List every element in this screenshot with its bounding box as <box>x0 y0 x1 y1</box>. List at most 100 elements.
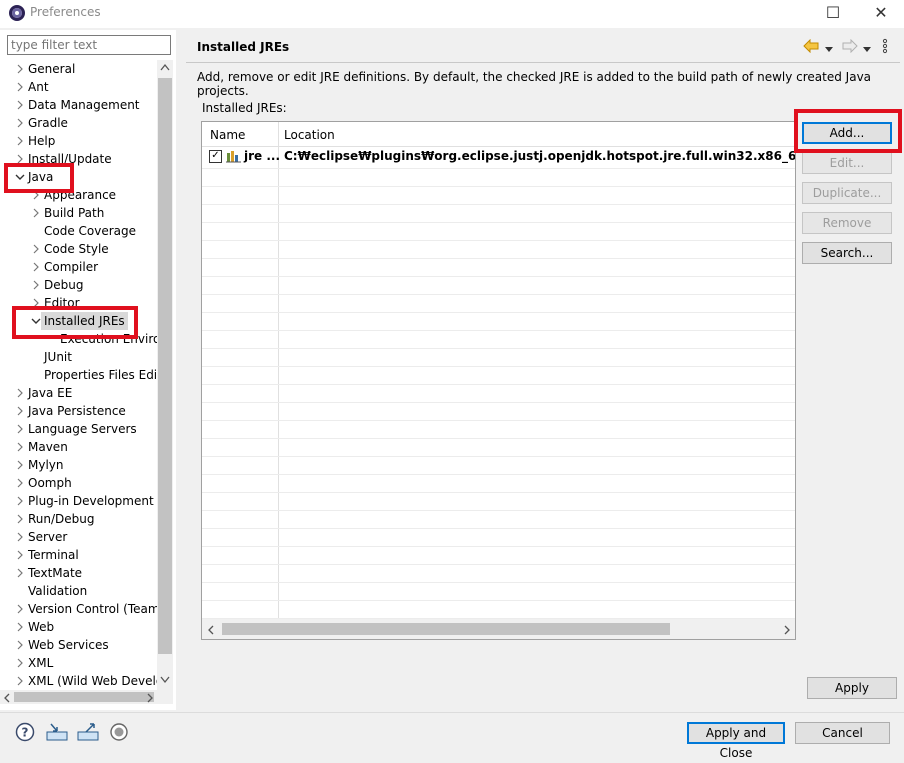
table-grid-line <box>202 276 795 277</box>
chevron-right-icon[interactable] <box>30 258 42 278</box>
tree-item[interactable]: Ant <box>0 78 158 96</box>
tree-item[interactable]: Help <box>0 132 158 150</box>
tree-item[interactable]: Code Style <box>0 240 158 258</box>
tree-item[interactable]: Version Control (Team) <box>0 600 158 618</box>
chevron-right-icon[interactable] <box>14 600 26 620</box>
tree-item-label: Validation <box>28 584 88 598</box>
record-icon[interactable] <box>109 722 129 742</box>
chevron-right-icon[interactable] <box>14 636 26 656</box>
duplicate-button[interactable]: Duplicate... <box>802 182 892 204</box>
chevron-right-icon[interactable] <box>14 420 26 440</box>
forward-arrow-icon[interactable] <box>842 38 858 56</box>
table-grid-line <box>202 240 795 241</box>
tree-item[interactable]: Gradle <box>0 114 158 132</box>
chevron-right-icon[interactable] <box>14 474 26 494</box>
remove-button[interactable]: Remove <box>802 212 892 234</box>
table-scroll-right-icon[interactable] <box>783 624 791 638</box>
forward-menu-chevron-down-icon[interactable] <box>863 42 871 56</box>
scroll-left-icon[interactable] <box>3 692 11 706</box>
cancel-button[interactable]: Cancel <box>795 722 890 744</box>
tree-item-label: Plug-in Development <box>28 494 154 508</box>
back-arrow-icon[interactable] <box>803 38 819 56</box>
column-header-location[interactable]: Location <box>284 128 335 142</box>
table-grid-line <box>202 312 795 313</box>
chevron-right-icon[interactable] <box>14 114 26 134</box>
chevron-right-icon[interactable] <box>14 60 26 80</box>
scroll-right-icon[interactable] <box>146 692 154 706</box>
close-window-button[interactable]: ✕ <box>858 0 904 28</box>
tree-item[interactable]: Maven <box>0 438 158 456</box>
filter-input[interactable] <box>7 35 171 55</box>
tree-item[interactable]: Server <box>0 528 158 546</box>
chevron-right-icon[interactable] <box>14 492 26 512</box>
chevron-right-icon[interactable] <box>14 132 26 152</box>
jre-table[interactable]: Name Location ✓ jre ... C:₩eclipse₩plugi… <box>201 121 796 640</box>
tree-item[interactable]: Code Coverage <box>0 222 158 240</box>
tree-item[interactable]: General <box>0 60 158 78</box>
tree-item[interactable]: XML <box>0 654 158 672</box>
tree-item[interactable]: Compiler <box>0 258 158 276</box>
highlight-add-button <box>794 109 902 153</box>
maximize-button[interactable]: ☐ <box>810 0 856 28</box>
scroll-down-icon[interactable] <box>160 676 170 687</box>
preferences-tree: General Ant Data Management Gradle Help Insta… <box>0 60 158 690</box>
tree-item[interactable]: JUnit <box>0 348 158 366</box>
chevron-right-icon[interactable] <box>14 654 26 674</box>
chevron-right-icon[interactable] <box>14 528 26 548</box>
tree-item-label: Code Style <box>44 242 109 256</box>
tree-item[interactable]: XML (Wild Web Developer) <box>0 672 158 690</box>
back-menu-chevron-down-icon[interactable] <box>825 42 833 56</box>
tree-item[interactable]: Web <box>0 618 158 636</box>
tree-item[interactable]: Run/Debug <box>0 510 158 528</box>
chevron-right-icon[interactable] <box>14 564 26 584</box>
table-grid-line <box>202 384 795 385</box>
tree-item[interactable]: Java Persistence <box>0 402 158 420</box>
chevron-right-icon[interactable] <box>14 384 26 404</box>
tree-item[interactable]: Language Servers <box>0 420 158 438</box>
apply-button[interactable]: Apply <box>807 677 897 699</box>
column-header-name[interactable]: Name <box>210 128 245 142</box>
tree-item[interactable]: Data Management <box>0 96 158 114</box>
view-menu-icon[interactable] <box>882 38 888 57</box>
tree-item[interactable]: Mylyn <box>0 456 158 474</box>
chevron-right-icon[interactable] <box>14 78 26 98</box>
table-hscroll-thumb[interactable] <box>222 623 670 635</box>
tree-item[interactable]: Properties Files Editor <box>0 366 158 384</box>
help-icon[interactable]: ? <box>15 722 35 742</box>
chevron-right-icon[interactable] <box>30 276 42 296</box>
table-scroll-left-icon[interactable] <box>207 624 215 638</box>
chevron-right-icon[interactable] <box>14 96 26 116</box>
tree-item[interactable]: Build Path <box>0 204 158 222</box>
table-grid-line <box>202 456 795 457</box>
chevron-right-icon[interactable] <box>14 438 26 458</box>
apply-and-close-button[interactable]: Apply and Close <box>687 722 785 760</box>
tree-item[interactable]: Validation <box>0 582 158 600</box>
tree-item[interactable]: Java EE <box>0 384 158 402</box>
chevron-right-icon[interactable] <box>14 546 26 566</box>
tree-item[interactable]: Web Services <box>0 636 158 654</box>
edit-button[interactable]: Edit... <box>802 152 892 174</box>
export-icon[interactable] <box>76 722 100 742</box>
scroll-up-icon[interactable] <box>160 63 170 74</box>
tree-hscroll-thumb[interactable] <box>14 692 154 702</box>
tree-item[interactable]: Plug-in Development <box>0 492 158 510</box>
chevron-right-icon[interactable] <box>14 402 26 422</box>
tree-item-label: Data Management <box>28 98 140 112</box>
chevron-right-icon[interactable] <box>14 456 26 476</box>
chevron-right-icon[interactable] <box>30 204 42 224</box>
table-grid-line <box>202 222 795 223</box>
chevron-right-icon[interactable] <box>14 618 26 638</box>
search-button[interactable]: Search... <box>802 242 892 264</box>
tree-item[interactable]: Oomph <box>0 474 158 492</box>
tree-item[interactable]: Debug <box>0 276 158 294</box>
tree-item[interactable]: TextMate <box>0 564 158 582</box>
tree-item[interactable]: Terminal <box>0 546 158 564</box>
chevron-right-icon[interactable] <box>14 510 26 530</box>
jre-checkbox[interactable]: ✓ <box>209 150 222 163</box>
table-row[interactable]: ✓ jre ... C:₩eclipse₩plugins₩org.eclipse… <box>202 146 795 168</box>
chevron-right-icon[interactable] <box>30 240 42 260</box>
import-icon[interactable] <box>45 722 69 742</box>
tree-scroll-thumb[interactable] <box>158 78 172 654</box>
chevron-right-icon[interactable] <box>14 672 26 690</box>
table-grid-line <box>202 528 795 529</box>
